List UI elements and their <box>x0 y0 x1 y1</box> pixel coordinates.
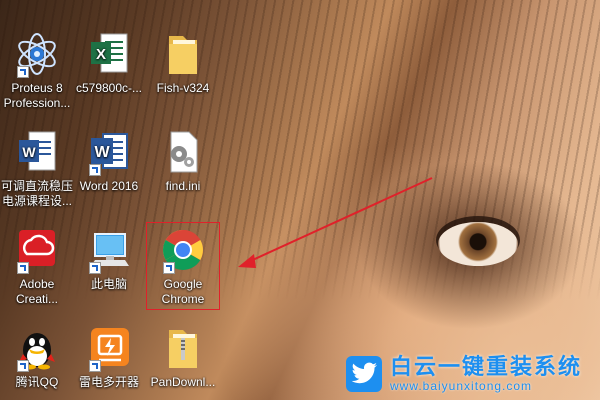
watermark-url: www.baiyunxitong.com <box>390 379 533 393</box>
bird-logo-icon <box>346 356 382 392</box>
watermark: 白云一键重装系统 www.baiyunxitong.com <box>346 354 594 394</box>
watermark-title: 白云一键重装系统 <box>390 354 583 379</box>
annotation-arrow-icon <box>238 177 433 268</box>
